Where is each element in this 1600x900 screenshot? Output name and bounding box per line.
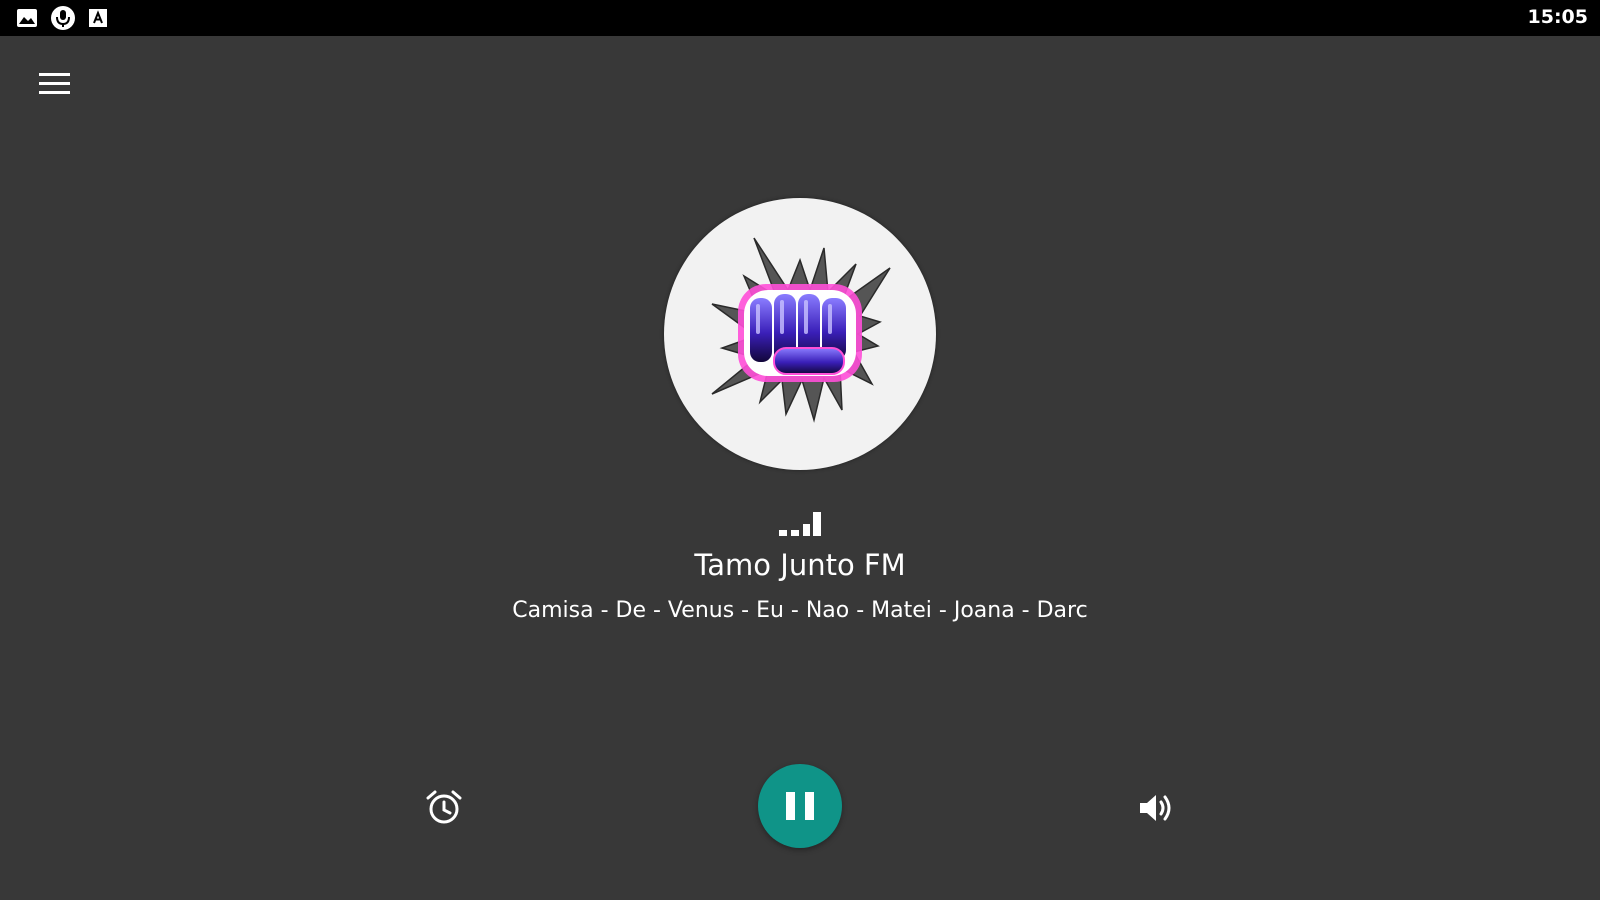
a-box-icon [89, 9, 107, 27]
pause-button[interactable] [758, 764, 842, 848]
volume-icon [1140, 795, 1171, 821]
volume-button[interactable] [1134, 786, 1178, 830]
mic-icon [51, 6, 75, 30]
image-icon [17, 9, 37, 27]
station-logo [664, 198, 936, 470]
menu-button[interactable] [30, 64, 80, 104]
alarm-button[interactable] [422, 786, 466, 830]
now-playing-text: Camisa - De - Venus - Eu - Nao - Matei -… [512, 598, 1088, 623]
status-time: 15:05 [1527, 6, 1588, 28]
pause-icon [786, 792, 814, 820]
status-bar: 15:05 [0, 0, 1600, 36]
hamburger-menu-icon [39, 73, 70, 94]
signal-bars-icon [779, 512, 821, 536]
station-name: Tamo Junto FM [694, 548, 906, 582]
alarm-clock-icon [426, 790, 462, 824]
fist-explosion-logo [711, 237, 891, 423]
